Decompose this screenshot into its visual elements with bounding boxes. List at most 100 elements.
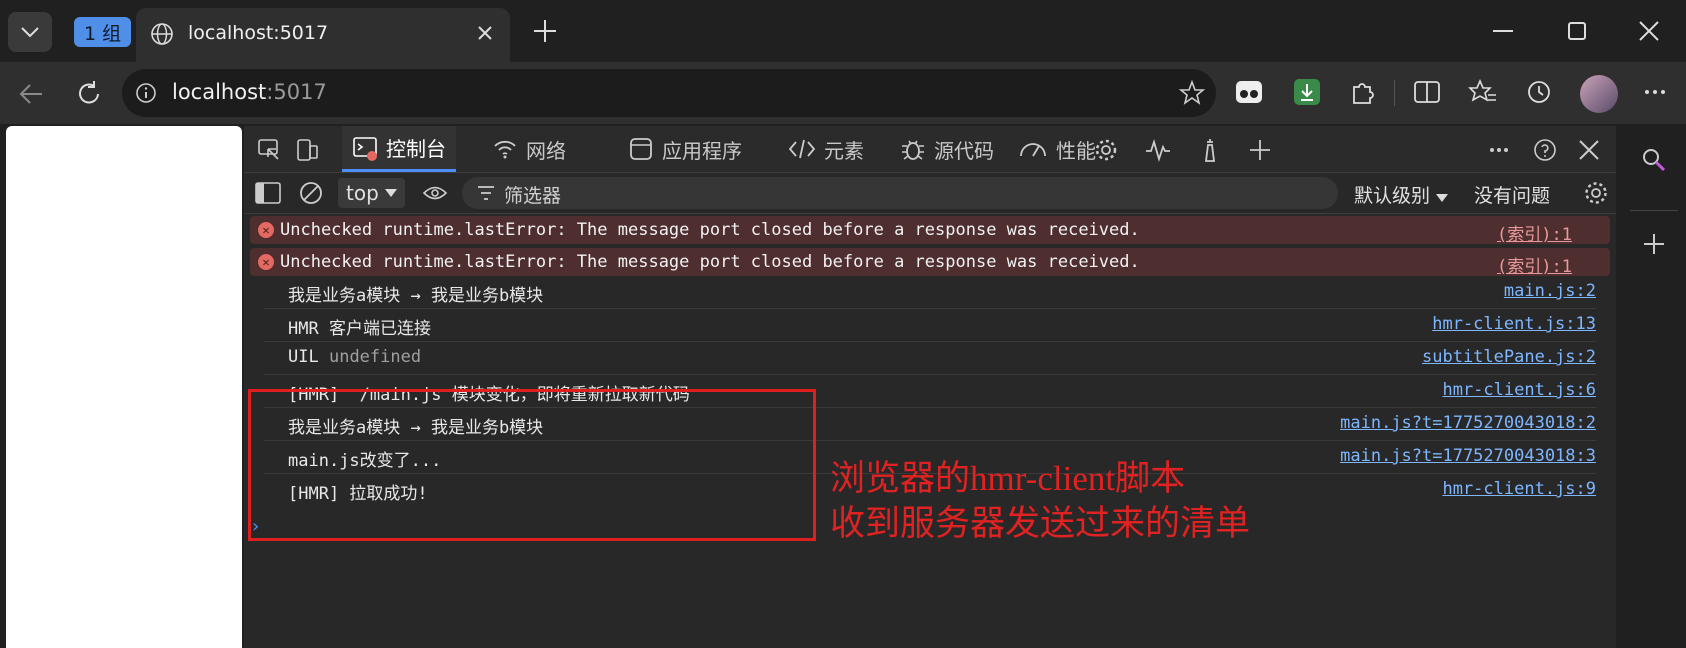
filter-input[interactable]: 筛选器 xyxy=(462,177,1338,209)
message-text: UIL undefined xyxy=(288,347,422,367)
favorite-star-icon[interactable] xyxy=(1178,79,1206,107)
help-icon[interactable] xyxy=(1532,137,1558,163)
device-emulation-icon[interactable] xyxy=(294,137,320,163)
source-link[interactable]: main.js:2 xyxy=(1504,281,1596,301)
site-info-icon[interactable] xyxy=(134,81,158,105)
refresh-icon[interactable] xyxy=(74,79,104,109)
filter-icon xyxy=(478,186,494,200)
issues-button[interactable]: 没有问题 xyxy=(1474,181,1550,208)
console-log-row: HMR 客户端已连接 hmr-client.js:13 xyxy=(264,309,1596,342)
tab-network[interactable]: 网络 xyxy=(492,126,566,172)
extension-glasses-icon[interactable] xyxy=(1234,77,1264,107)
source-link[interactable]: hmr-client.js:13 xyxy=(1432,314,1596,334)
source-link[interactable]: main.js?t=1775270043018:3 xyxy=(1340,446,1596,466)
source-link[interactable]: subtitlePane.js:2 xyxy=(1422,347,1596,367)
sidebar-divider xyxy=(1630,210,1678,211)
source-link[interactable]: hmr-client.js:6 xyxy=(1442,380,1596,400)
message-text: HMR 客户端已连接 xyxy=(288,319,431,339)
tab-console-label: 控制台 xyxy=(386,137,446,161)
source-link[interactable]: main.js?t=1775270043018:2 xyxy=(1340,413,1596,433)
maximize-icon[interactable] xyxy=(1564,18,1590,44)
tab-group-badge[interactable]: 1 组 xyxy=(74,17,132,47)
more-options-icon[interactable] xyxy=(1486,137,1512,163)
log-levels-dropdown[interactable]: 默认级别 xyxy=(1354,181,1449,208)
message-text: 我是业务a模块 → 我是业务b模块 xyxy=(288,286,544,306)
tab-actions-button[interactable] xyxy=(8,12,52,52)
add-tool-icon[interactable] xyxy=(1247,137,1273,163)
extension-download-icon[interactable] xyxy=(1292,77,1322,107)
console-icon xyxy=(353,136,377,161)
tab-performance-label: 性能 xyxy=(1056,138,1096,163)
highlight-box xyxy=(248,389,816,541)
page-viewport[interactable] xyxy=(6,126,242,648)
close-devtools-icon[interactable] xyxy=(1576,137,1602,163)
pulse-icon[interactable] xyxy=(1145,137,1171,163)
wifi-icon xyxy=(494,140,516,159)
tab-application[interactable]: 应用程序 xyxy=(628,126,742,172)
edge-sidebar xyxy=(1622,126,1686,648)
history-icon[interactable] xyxy=(1524,77,1554,107)
log-levels-label: 默认级别 xyxy=(1354,185,1431,207)
inspect-element-icon[interactable] xyxy=(256,137,282,163)
extensions-puzzle-icon[interactable] xyxy=(1348,77,1378,107)
tab-network-label: 网络 xyxy=(526,138,566,163)
console-toolbar: top 筛选器 默认级别 没有问题 xyxy=(244,173,1616,214)
address-bar[interactable]: localhost:5017 xyxy=(122,69,1216,117)
tab-elements-label: 元素 xyxy=(824,138,864,163)
add-sidebar-icon[interactable] xyxy=(1642,232,1666,256)
url-text: localhost:5017 xyxy=(172,80,327,104)
caret-down-icon xyxy=(1436,194,1449,202)
filter-placeholder: 筛选器 xyxy=(504,185,562,207)
message-text: Unchecked runtime.lastError: The message… xyxy=(280,220,1140,240)
search-icon[interactable] xyxy=(1640,146,1668,174)
code-brackets-icon xyxy=(788,139,816,159)
profile-avatar[interactable] xyxy=(1580,75,1618,113)
lighthouse-icon[interactable] xyxy=(1197,137,1223,163)
error-icon: ✕ xyxy=(258,222,274,238)
caret-down-icon xyxy=(384,189,397,197)
gauge-icon xyxy=(1020,143,1046,157)
close-tab-icon[interactable] xyxy=(474,22,496,44)
split-screen-icon[interactable] xyxy=(1412,77,1442,107)
browser-tab[interactable]: localhost:5017 xyxy=(136,8,510,62)
settings-gear-icon[interactable] xyxy=(1093,137,1119,163)
chevron-down-icon xyxy=(21,27,39,38)
tab-sources-label: 源代码 xyxy=(934,138,994,163)
source-link[interactable]: hmr-client.js:9 xyxy=(1442,479,1596,499)
live-expression-eye-icon[interactable] xyxy=(422,182,448,204)
devtools-panel: 控制台 网络 应用程序 元素 源代码 性能 top 筛选器 默认级别 没有问题 … xyxy=(244,126,1616,648)
bug-icon xyxy=(902,140,924,160)
application-icon xyxy=(630,138,652,160)
console-error-row: ✕ Unchecked runtime.lastError: The messa… xyxy=(250,216,1610,245)
context-value: top xyxy=(346,181,379,205)
source-link[interactable]: (索引):1 xyxy=(1497,220,1572,245)
tab-elements[interactable]: 元素 xyxy=(788,126,864,172)
annotation-line-2: 收到服务器发送过来的清单 xyxy=(830,504,1251,543)
favorites-icon[interactable] xyxy=(1468,77,1498,107)
tab-sources[interactable]: 源代码 xyxy=(900,126,994,172)
error-icon: ✕ xyxy=(258,254,274,270)
tab-application-label: 应用程序 xyxy=(662,138,742,163)
minimize-icon[interactable] xyxy=(1490,18,1516,44)
tab-console[interactable]: 控制台 xyxy=(342,126,456,172)
toolbar-divider xyxy=(1394,80,1395,106)
tab-title: localhost:5017 xyxy=(188,22,329,44)
console-error-row: ✕ Unchecked runtime.lastError: The messa… xyxy=(250,248,1610,277)
more-menu-icon[interactable] xyxy=(1640,77,1670,107)
clear-console-icon[interactable] xyxy=(298,180,324,206)
console-settings-icon[interactable] xyxy=(1582,179,1610,207)
source-link[interactable]: (索引):1 xyxy=(1497,252,1572,277)
back-icon[interactable] xyxy=(16,79,46,109)
console-log-row: UIL undefined subtitlePane.js:2 xyxy=(264,342,1596,375)
sidebar-toggle-icon[interactable] xyxy=(254,180,282,206)
tab-performance[interactable]: 性能 xyxy=(1018,126,1096,172)
annotation-text: 浏览器的hmr-client脚本 收到服务器发送过来的清单 xyxy=(830,456,1250,546)
globe-icon xyxy=(151,23,173,45)
close-window-icon[interactable] xyxy=(1636,18,1662,44)
new-tab-icon[interactable] xyxy=(530,16,560,46)
annotation-line-1: 浏览器的hmr-client脚本 xyxy=(830,459,1186,498)
devtools-tab-bar: 控制台 网络 应用程序 元素 源代码 性能 xyxy=(244,126,1616,173)
context-selector[interactable]: top xyxy=(338,178,405,208)
message-text: Unchecked runtime.lastError: The message… xyxy=(280,252,1140,272)
browser-toolbar: localhost:5017 xyxy=(0,62,1686,124)
